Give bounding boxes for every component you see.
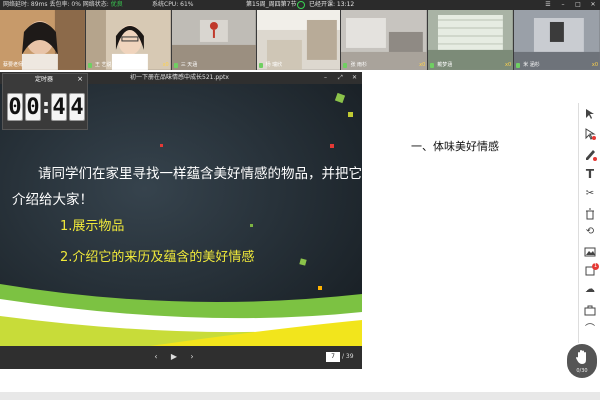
video-strip: 蔡要老师 王 艺说 x0 三 天涵 杨 瑞欣 张 雨杉 x0 戴梦涵 x0 米 …: [0, 10, 600, 70]
bottom-strip: [0, 392, 600, 400]
undo-icon[interactable]: ⟲: [583, 225, 597, 239]
ppt-navigation: ‹ ▶ › 7 / 39: [0, 346, 362, 369]
pen-icon[interactable]: [583, 147, 597, 161]
classroom-app: 网络延时: 89ms 丢包率: 0% 网络状态: 优良 系统CPU: 61% 第…: [0, 0, 600, 400]
toolbox-icon[interactable]: [583, 303, 597, 317]
ppt-window-controls: – ⤢ ✕: [324, 75, 358, 81]
video-tile-student[interactable]: 王 艺说 x0: [85, 10, 171, 70]
scissors-icon[interactable]: ✂: [583, 187, 597, 201]
video-tile-teacher[interactable]: 蔡要老师: [0, 10, 85, 70]
slide-text-line: 介绍给大家！: [12, 192, 93, 208]
reward-count: x0: [162, 62, 169, 68]
timer-digit: 4: [69, 93, 85, 121]
timer-widget[interactable]: 定时器 × 0 0 : 4 4: [2, 73, 88, 130]
page-number-input[interactable]: 7: [326, 352, 340, 362]
video-tile-participant[interactable]: 三 天涵: [171, 10, 256, 70]
video-tile-participant[interactable]: 张 雨杉 x0: [341, 10, 428, 70]
participant-name: 王 艺说: [94, 62, 112, 68]
timer-digit: 0: [7, 93, 23, 121]
hand-icon: [576, 350, 586, 364]
minimize-icon[interactable]: –: [560, 2, 566, 8]
play-button[interactable]: ▶: [169, 351, 179, 363]
notification-badge: 1: [592, 263, 599, 270]
text-tool-icon[interactable]: T: [583, 167, 597, 181]
tool-palette: T ✂ ⟲ 1 ☁ ⌒: [578, 103, 600, 343]
slide-list-item: 2.介绍它的来历及蕴含的美好情感: [60, 250, 255, 265]
timer-digit: 0: [25, 93, 41, 121]
participant-name: 杨 瑞欣: [265, 62, 283, 68]
cloud-icon[interactable]: ☁: [583, 283, 597, 297]
slide-list-item: 1.展示物品: [60, 219, 125, 234]
video-tile-participant[interactable]: 戴梦涵 x0: [428, 10, 514, 70]
participant-name: 三 天涵: [180, 62, 198, 68]
clock-icon: [297, 1, 305, 9]
network-status: 网络延时: 89ms 丢包率: 0% 网络状态: 优良: [3, 1, 123, 8]
page-total: / 39: [342, 353, 354, 360]
microphone-icon: [258, 63, 263, 68]
timer-close-button[interactable]: ×: [77, 74, 83, 85]
notification-icon[interactable]: 1: [583, 263, 599, 277]
timer-digit: 4: [51, 93, 67, 121]
previous-slide-button[interactable]: ‹: [151, 351, 161, 363]
whiteboard-heading: 一、体味美好情感: [411, 140, 499, 153]
video-tile-participant[interactable]: 米 涵杉 x0: [514, 10, 600, 70]
microphone-icon: [343, 63, 348, 68]
timer-header[interactable]: 定时器 ×: [3, 74, 87, 85]
timer-title: 定时器: [35, 76, 54, 83]
microphone-icon: [173, 63, 178, 68]
reward-count: x0: [419, 62, 426, 68]
class-elapsed-time: 已经开课: 13:12: [309, 1, 355, 8]
microphone-icon: [87, 63, 92, 68]
close-icon[interactable]: ✕: [352, 75, 358, 81]
cpu-usage: 系统CPU: 61%: [152, 1, 194, 8]
settings-icon[interactable]: ☰: [545, 2, 551, 8]
status-bar: 网络延时: 89ms 丢包率: 0% 网络状态: 优良 系统CPU: 61% 第…: [0, 0, 600, 10]
image-icon[interactable]: [583, 245, 597, 259]
participant-name: 蔡要老师: [3, 62, 24, 68]
window-controls: ☰ – □ ✕: [545, 0, 596, 10]
next-slide-button[interactable]: ›: [187, 351, 197, 363]
participant-name: 张 雨杉: [350, 62, 368, 68]
reward-count: x0: [505, 62, 512, 68]
trash-icon[interactable]: [583, 207, 597, 221]
reward-count: x0: [591, 62, 599, 68]
laser-pointer-icon[interactable]: [583, 127, 597, 141]
minimize-icon[interactable]: –: [324, 75, 330, 81]
close-icon[interactable]: ✕: [590, 2, 596, 8]
course-period: 第15周_周四第7节: [246, 1, 297, 8]
timer-separator: :: [42, 94, 50, 118]
participant-name: 戴梦涵: [437, 62, 453, 68]
more-tools-icon[interactable]: ⌒: [583, 323, 597, 337]
slide-text-line: 请同学们在家里寻找一样蕴含美好情感的物品，并把它: [38, 166, 362, 182]
ppt-file-title: 初一下册在品味情感中成长521.pptx: [130, 74, 229, 81]
microphone-icon: [430, 63, 435, 68]
video-tile-participant[interactable]: 杨 瑞欣: [256, 10, 341, 70]
microphone-icon: [516, 63, 521, 68]
select-cursor-icon[interactable]: [583, 107, 597, 121]
hand-raise-button[interactable]: 0/30: [567, 344, 597, 378]
maximize-icon[interactable]: □: [575, 2, 581, 8]
participant-name: 米 涵杉: [523, 62, 540, 68]
maximize-icon[interactable]: ⤢: [338, 75, 344, 81]
hand-raise-count: 0/30: [576, 368, 588, 374]
